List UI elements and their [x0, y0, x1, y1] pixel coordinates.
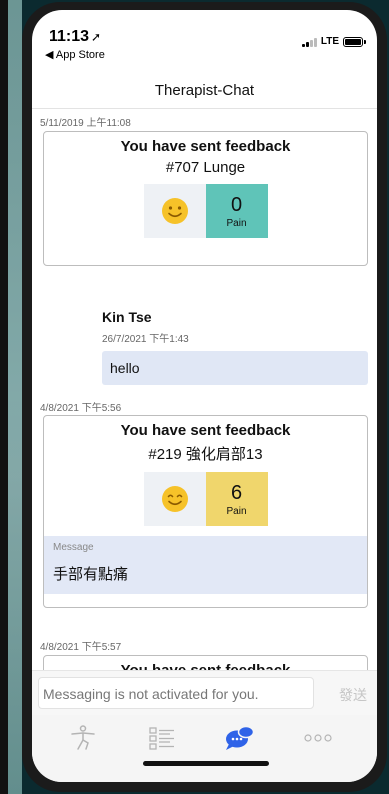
chat-bubbles-icon [226, 725, 255, 750]
signal-icon [301, 37, 317, 47]
feedback-card: You have sent feedback #219 強化肩部13 6 Pai [43, 415, 368, 608]
smiley-face-icon [161, 198, 188, 224]
message-composer: Messaging is not activated for you. 發送 [32, 670, 377, 715]
status-indicators: LTE [301, 36, 366, 47]
status-time: 11:13 ➚ [49, 28, 101, 46]
background-glow [8, 0, 22, 794]
pain-score-value: 6 [230, 481, 243, 504]
tab-exercise[interactable] [63, 723, 103, 753]
message-sender: Kin Tse [102, 309, 152, 325]
message-timestamp: 26/7/2021 下午1:43 [102, 334, 189, 345]
tab-more[interactable] [298, 723, 338, 753]
feedback-message-text: 手部有點痛 [53, 566, 129, 583]
pain-score-box: 6 Pain [205, 472, 268, 526]
feedback-message-label: Message [53, 542, 94, 553]
message-timestamp: 4/8/2021 下午5:57 [40, 642, 122, 653]
network-type: LTE [320, 36, 339, 47]
more-dots-icon [304, 734, 332, 742]
location-arrow-icon: ➚ [91, 30, 102, 44]
battery-icon [343, 36, 366, 47]
message-input[interactable]: Messaging is not activated for you. [38, 677, 314, 709]
status-time-text: 11:13 [49, 28, 90, 45]
feedback-card: You have sent feedback #707 Lunge 0 Pain [43, 131, 368, 266]
tab-list[interactable] [142, 723, 182, 753]
feedback-exercise: #707 Lunge [165, 159, 246, 176]
feedback-card-title: You have sent feedback [120, 422, 291, 439]
feedback-exercise: #219 強化肩部13 [148, 446, 263, 463]
feedback-rating: 0 Pain [44, 184, 367, 238]
exercise-person-icon [71, 725, 95, 750]
pain-score-value: 0 [230, 193, 243, 216]
background-dark-edge [0, 0, 8, 794]
message-timestamp: 4/8/2021 下午5:56 [40, 403, 122, 414]
pain-score-label: Pain [226, 217, 247, 229]
back-to-app-store-link[interactable]: ◀ App Store [45, 48, 105, 61]
phone-frame: 11:13 ➚ ◀ App Store LTE Therapist-Chat 5/… [22, 2, 387, 792]
message-bubble: hello [102, 351, 368, 385]
feedback-message-block: Message 手部有點痛 [44, 536, 367, 594]
list-icon [149, 727, 174, 750]
screen: 11:13 ➚ ◀ App Store LTE Therapist-Chat 5/… [32, 10, 377, 782]
feedback-face [143, 184, 206, 238]
status-bar: 11:13 ➚ ◀ App Store LTE [32, 10, 377, 74]
smiley-face-icon [161, 486, 188, 512]
feedback-card-title: You have sent feedback [44, 662, 367, 670]
feedback-card: You have sent feedback [43, 655, 368, 670]
feedback-rating: 6 Pain [44, 472, 367, 526]
background-edge [0, 0, 22, 794]
tab-bar [32, 715, 377, 782]
feedback-face [143, 472, 206, 526]
chat-scroll-area[interactable]: 5/11/2019 上午11:08 You have sent feedback… [32, 109, 377, 670]
page-title: Therapist-Chat [154, 82, 255, 99]
tab-chat[interactable] [220, 723, 260, 753]
message-timestamp: 5/11/2019 上午11:08 [40, 118, 131, 129]
home-indicator[interactable] [143, 761, 269, 766]
send-button[interactable]: 發送 [339, 685, 367, 705]
pain-score-box: 0 Pain [205, 184, 268, 238]
feedback-card-title: You have sent feedback [120, 138, 291, 155]
pain-score-label: Pain [226, 505, 247, 517]
